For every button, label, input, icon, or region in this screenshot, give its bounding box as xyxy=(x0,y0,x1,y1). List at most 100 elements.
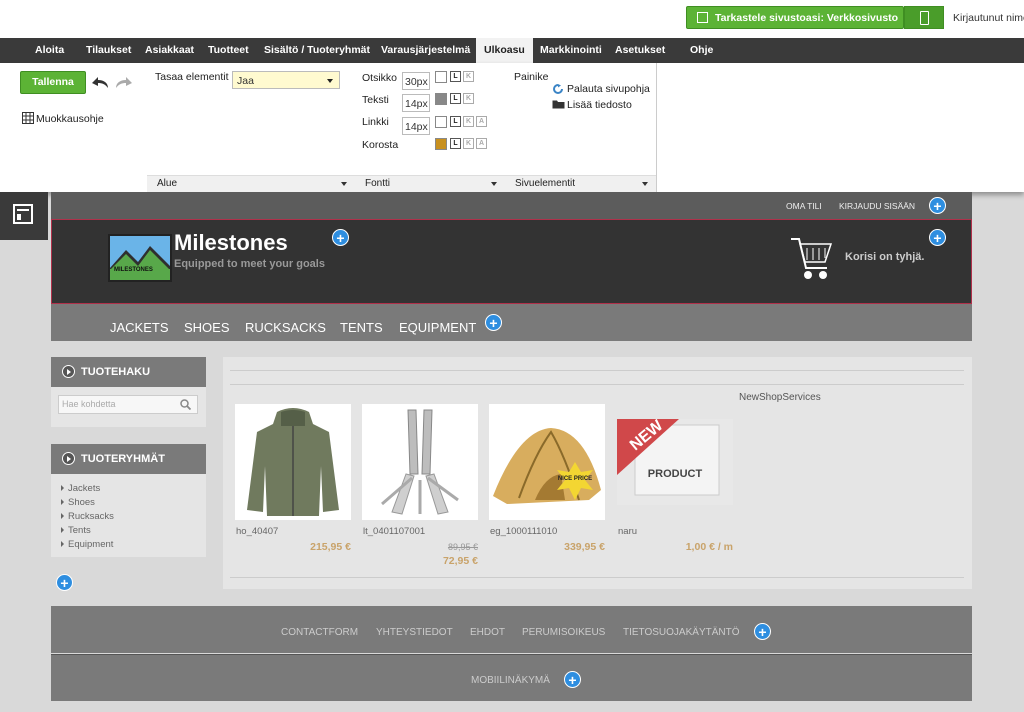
bold-icon[interactable]: L xyxy=(450,71,461,82)
area-footer[interactable]: Alue xyxy=(147,175,355,192)
underline-icon[interactable]: A xyxy=(476,138,487,149)
save-button[interactable]: Tallenna xyxy=(20,71,86,94)
product-name[interactable]: naru xyxy=(618,526,637,537)
group-link-jackets[interactable]: Jackets xyxy=(61,483,100,494)
footer-link-contactform[interactable]: CONTACTFORM xyxy=(281,627,358,638)
font-row-label: Teksti xyxy=(362,94,389,106)
divider xyxy=(230,370,964,371)
nav-rucksacks[interactable]: RUCKSACKS xyxy=(245,320,326,335)
my-account-link[interactable]: OMA TILI xyxy=(786,201,822,211)
product-old-price: 89,95 € xyxy=(447,542,478,552)
link-size-input[interactable]: 14px xyxy=(402,117,430,135)
product-name[interactable]: eg_1000111010 xyxy=(490,526,557,537)
sidebar-product-groups: TUOTERYHMÄT Jackets Shoes Rucksacks Tent… xyxy=(51,444,206,557)
add-file-link[interactable]: Lisää tiedosto xyxy=(567,99,632,111)
search-icon[interactable] xyxy=(180,399,191,410)
highlight-color-swatch[interactable] xyxy=(435,138,447,150)
menu-item-asiakkaat[interactable]: Asiakkaat xyxy=(145,38,194,63)
menu-item-varausjarjestelma[interactable]: Varausjärjestelmä xyxy=(381,38,470,63)
menu-item-tuotteet[interactable]: Tuotteet xyxy=(208,38,249,63)
ribbon-section-area: Tasaa elementit Jaa Alue xyxy=(147,63,356,192)
group-link-shoes[interactable]: Shoes xyxy=(61,497,95,508)
product-image-tent[interactable]: NICE PRICE xyxy=(489,404,605,520)
divider xyxy=(230,577,964,578)
add-element-button[interactable]: + xyxy=(485,314,502,331)
page-elements-footer-label: Sivuelementit xyxy=(515,178,576,189)
group-link-tents[interactable]: Tents xyxy=(61,525,91,536)
nav-shoes[interactable]: SHOES xyxy=(184,320,230,335)
multitool-image xyxy=(381,409,459,515)
product-name[interactable]: lt_0401107001 xyxy=(363,526,425,537)
edit-guide-link[interactable]: Muokkausohje xyxy=(36,113,104,125)
font-footer-label: Fontti xyxy=(365,178,391,189)
bold-icon[interactable]: L xyxy=(450,116,461,127)
site-logo[interactable]: MILESTONES xyxy=(108,234,172,282)
italic-icon[interactable]: K xyxy=(463,93,474,104)
add-element-button[interactable]: + xyxy=(754,623,771,640)
footer-link-yhteystiedot[interactable]: YHTEYSTIEDOT xyxy=(376,627,453,638)
restore-template-link[interactable]: Palauta sivupohja xyxy=(567,83,650,95)
menu-item-markkinointi[interactable]: Markkinointi xyxy=(540,38,602,63)
heading-color-swatch[interactable] xyxy=(435,71,447,83)
area-footer-label: Alue xyxy=(157,178,178,189)
product-name[interactable]: ho_40407 xyxy=(236,526,278,537)
product-content-area: NewShopServices NICE PRICE NEW PRODUCT ho… xyxy=(223,357,972,589)
text-size-input[interactable]: 14px xyxy=(402,94,430,112)
page-elements-footer[interactable]: Sivuelementit xyxy=(505,175,656,192)
mobile-view-link[interactable]: MOBIILINÄKYMÄ xyxy=(471,675,550,686)
footer-link-perumisoikeus[interactable]: PERUMISOIKEUS xyxy=(522,627,605,638)
groups-header[interactable]: TUOTERYHMÄT xyxy=(51,444,206,474)
italic-icon[interactable]: K xyxy=(463,71,474,82)
italic-icon[interactable]: K xyxy=(463,138,474,149)
footer-link-ehdot[interactable]: EHDOT xyxy=(470,627,505,638)
product-image-jacket[interactable] xyxy=(235,404,351,520)
footer-link-tietosuoja[interactable]: TIETOSUOJAKÄYTÄNTÖ xyxy=(623,627,740,638)
menu-item-ulkoasu[interactable]: Ulkoasu xyxy=(476,38,533,63)
appearance-ribbon: Tallenna Muokkausohje Tasaa elementit Ja… xyxy=(0,63,1024,192)
mobile-preview-button[interactable] xyxy=(904,6,944,29)
redo-icon[interactable] xyxy=(114,75,134,89)
site-title: Milestones xyxy=(174,230,288,255)
menu-item-ohje[interactable]: Ohje xyxy=(690,38,713,63)
add-element-button[interactable]: + xyxy=(929,197,946,214)
nav-tents[interactable]: TENTS xyxy=(340,320,383,335)
text-color-swatch[interactable] xyxy=(435,93,447,105)
cart-status: Korisi on tyhjä. xyxy=(845,251,925,263)
add-element-button[interactable]: + xyxy=(56,574,73,591)
bold-icon[interactable]: L xyxy=(450,138,461,149)
group-link-equipment[interactable]: Equipment xyxy=(61,539,113,550)
bold-icon[interactable]: L xyxy=(450,93,461,104)
add-element-button[interactable]: + xyxy=(332,229,349,246)
menu-item-asetukset[interactable]: Asetukset xyxy=(615,38,665,63)
search-input[interactable]: Hae kohdetta xyxy=(58,395,198,414)
heading-size-input[interactable]: 30px xyxy=(402,72,430,90)
underline-icon[interactable]: A xyxy=(476,116,487,127)
product-image-multitool[interactable] xyxy=(362,404,478,520)
menu-item-tilaukset[interactable]: Tilaukset xyxy=(86,38,131,63)
link-color-swatch[interactable] xyxy=(435,116,447,128)
nav-equipment[interactable]: EQUIPMENT xyxy=(399,320,476,335)
search-box-header[interactable]: TUOTEHAKU xyxy=(51,357,206,387)
italic-icon[interactable]: K xyxy=(463,116,474,127)
search-placeholder: Hae kohdetta xyxy=(62,399,116,409)
product-image-new[interactable]: NEW PRODUCT xyxy=(617,417,733,505)
add-element-button[interactable]: + xyxy=(929,229,946,246)
add-element-button[interactable]: + xyxy=(564,671,581,688)
nav-jackets[interactable]: JACKETS xyxy=(110,320,169,335)
product-price: 339,95 € xyxy=(564,541,605,553)
site-footer-mobile: MOBIILINÄKYMÄ + xyxy=(51,654,972,701)
layout-icon xyxy=(13,204,33,224)
menu-item-sisalto[interactable]: Sisältö / Tuoteryhmät xyxy=(264,38,370,63)
undo-icon[interactable] xyxy=(90,75,110,89)
view-site-button[interactable]: Tarkastele sivustoasi: Verkkosivusto xyxy=(686,6,904,29)
font-footer[interactable]: Fontti xyxy=(355,175,505,192)
chevron-down-icon xyxy=(491,182,497,186)
chevron-down-icon xyxy=(327,79,333,83)
shopping-cart-icon[interactable] xyxy=(789,234,835,282)
badge-product: PRODUCT xyxy=(648,468,703,480)
group-link-rucksacks[interactable]: Rucksacks xyxy=(61,511,114,522)
login-link[interactable]: KIRJAUDU SISÄÄN xyxy=(839,201,915,211)
layout-toggle-tab[interactable] xyxy=(0,192,48,240)
menu-item-aloita[interactable]: Aloita xyxy=(35,38,64,63)
align-select[interactable]: Jaa xyxy=(232,71,340,89)
